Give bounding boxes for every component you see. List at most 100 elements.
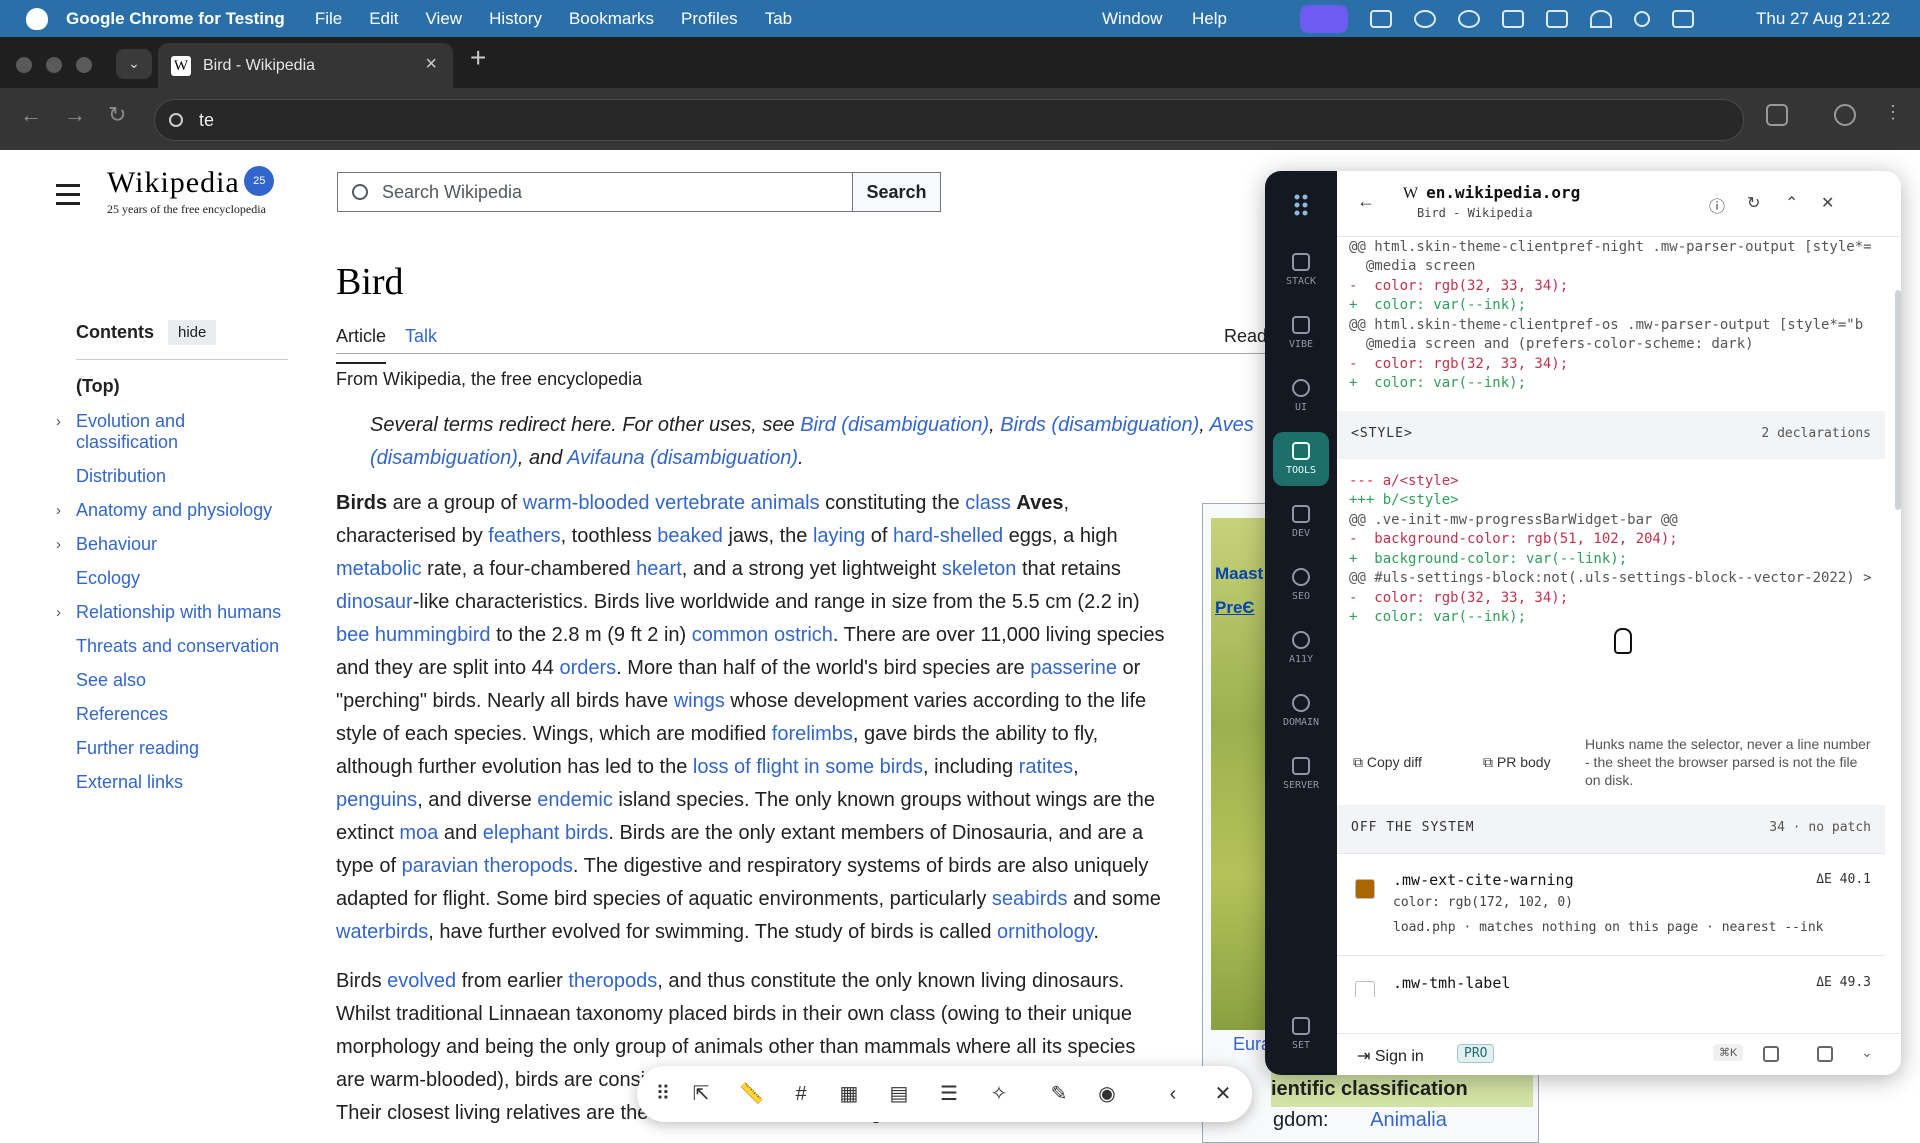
toc-top[interactable]: (Top) [76,376,288,397]
rail-ui[interactable]: UI [1273,369,1329,423]
list-item[interactable]: .mw-ext-cite-warning ΔE 40.1 color: rgb(… [1337,853,1885,955]
back-arrow-icon[interactable]: ← [1357,191,1375,212]
close-icon[interactable]: ✕ [1821,193,1834,213]
link[interactable]: common ostrich [692,624,833,646]
link[interactable]: waterbirds [336,921,428,943]
sign-in-button[interactable]: ⇥ Sign in [1357,1046,1424,1066]
toc-item-see-also[interactable]: See also [76,670,288,691]
tab-talk[interactable]: Talk [405,320,437,353]
link[interactable]: endemic [537,789,613,811]
toc-item-behaviour[interactable]: › Behaviour [56,534,288,555]
grid-hash-icon[interactable]: # [789,1082,813,1106]
link[interactable]: bee hummingbird [336,624,491,646]
infobox-timeline-link[interactable]: PreЄ [1215,598,1255,618]
menu-history[interactable]: History [489,9,542,29]
hatnote-link[interactable]: (disambiguation) [370,447,518,469]
toc-item-ecology[interactable]: Ecology [76,568,288,589]
window-minimize-button[interactable] [46,57,62,73]
rail-dev[interactable]: DEV [1273,495,1329,549]
infobox-timeline-label[interactable]: Maast [1215,564,1263,584]
tab-search-chevron-icon[interactable]: ⌄ [116,49,152,79]
close-icon[interactable]: ✕ [1211,1082,1235,1106]
pr-body-button[interactable]: ⧉ PR body [1483,754,1551,771]
rail-stack[interactable]: STACK [1273,243,1329,297]
chrome-menu-kebab-icon[interactable]: ⋮ [1884,102,1902,123]
tab-bird-wikipedia[interactable]: W Bird - Wikipedia × [158,43,453,88]
inbox-icon[interactable] [1763,1046,1779,1062]
forward-arrow-icon[interactable]: → [64,102,86,128]
link[interactable]: paravian theropods [402,855,573,877]
link[interactable]: dinosaur [336,591,413,613]
toc-item-relationship[interactable]: › Relationship with humans [56,602,288,623]
toc-item-evolution[interactable]: › Evolution and classification [56,411,288,453]
link[interactable]: moa [399,822,438,844]
profile-avatar-icon[interactable] [1834,104,1856,126]
pro-badge[interactable]: PRO [1457,1044,1495,1063]
layout-grid-icon[interactable]: ▦ [837,1082,861,1106]
link[interactable]: laying [813,525,865,547]
rail-set[interactable]: SET [1273,1007,1329,1061]
extension-status-icon[interactable] [1370,9,1392,28]
panel-scrollbar[interactable] [1895,290,1901,510]
control-center-icon[interactable] [1672,9,1694,28]
link[interactable]: passerine [1030,657,1117,679]
toc-item-further-reading[interactable]: Further reading [76,738,288,759]
input-source-icon[interactable] [1502,9,1524,28]
menu-tab[interactable]: Tab [765,9,792,29]
tab-article[interactable]: Article [336,320,387,364]
info-icon[interactable]: ⓘ [1709,193,1725,217]
chevron-up-icon[interactable]: ⌃ [1785,193,1798,213]
sparkle-icon[interactable]: ✧ [987,1082,1011,1106]
screen-icon[interactable] [1817,1046,1833,1062]
link[interactable]: evolved [387,970,456,992]
wikipedia-logo[interactable]: Wikipedia 25 25 years of the free encycl… [107,166,275,217]
menu-help[interactable]: Help [1192,9,1227,29]
menu-bookmarks[interactable]: Bookmarks [569,9,654,29]
pointer-icon[interactable]: ⇱ [689,1082,713,1106]
wiki-search-button[interactable]: Search [852,172,941,212]
tab-read[interactable]: Read [1224,320,1267,353]
toc-hide-button[interactable]: hide [168,320,217,345]
focus-moon-icon[interactable] [1458,9,1480,28]
list-item[interactable]: .mw-tmh-label ΔE 49.3 color: rgb(255, 25… [1337,955,1885,997]
link[interactable]: ratites [1019,756,1073,778]
eyedropper-icon[interactable]: ✎ [1047,1082,1071,1106]
link[interactable]: warm-blooded vertebrate animals [523,492,820,514]
hatnote-link[interactable]: Aves [1210,414,1254,436]
link[interactable]: wings [674,690,725,712]
tab-close-icon[interactable]: × [425,53,437,76]
app-logo-icon[interactable] [1293,193,1309,217]
rail-seo[interactable]: SEO [1273,558,1329,612]
link[interactable]: ornithology [997,921,1093,943]
chevron-right-icon[interactable]: › [56,602,61,623]
apple-icon[interactable] [26,7,48,30]
link[interactable]: penguins [336,789,417,811]
link[interactable]: heart [636,558,682,580]
chevron-left-icon[interactable]: ‹ [1161,1082,1185,1106]
menu-file[interactable]: File [315,9,342,29]
spotlight-icon[interactable] [1634,10,1650,27]
toc-item-anatomy[interactable]: › Anatomy and physiology [56,500,288,521]
copy-diff-button[interactable]: ⧉ Copy diff [1353,754,1422,771]
chevron-right-icon[interactable]: › [56,534,61,555]
toc-item-distribution[interactable]: Distribution [76,466,288,487]
app-name[interactable]: Google Chrome for Testing [66,9,285,29]
refresh-icon[interactable]: ↻ [1747,193,1760,213]
hatnote-link[interactable]: Avifauna (disambiguation) [567,447,798,469]
link[interactable]: metabolic [336,558,422,580]
window-zoom-button[interactable] [76,57,92,73]
menu-edit[interactable]: Edit [369,9,398,29]
link[interactable]: elephant birds [483,822,609,844]
ruler-icon[interactable]: 📏 [739,1082,764,1106]
link[interactable]: hard-shelled [893,525,1003,547]
vpn-icon[interactable] [1414,9,1436,28]
extensions-puzzle-icon[interactable] [1766,104,1788,126]
rail-a11y[interactable]: A11Y [1273,621,1329,675]
menu-profiles[interactable]: Profiles [681,9,738,29]
chevron-right-icon[interactable]: › [56,411,61,432]
back-arrow-icon[interactable]: ← [20,102,42,128]
rail-domain[interactable]: DOMAIN [1273,684,1329,738]
hatnote-link[interactable]: Birds (disambiguation) [1000,414,1199,436]
chevron-down-icon[interactable]: ⌄ [1861,1044,1877,1060]
chevron-right-icon[interactable]: › [56,500,61,521]
